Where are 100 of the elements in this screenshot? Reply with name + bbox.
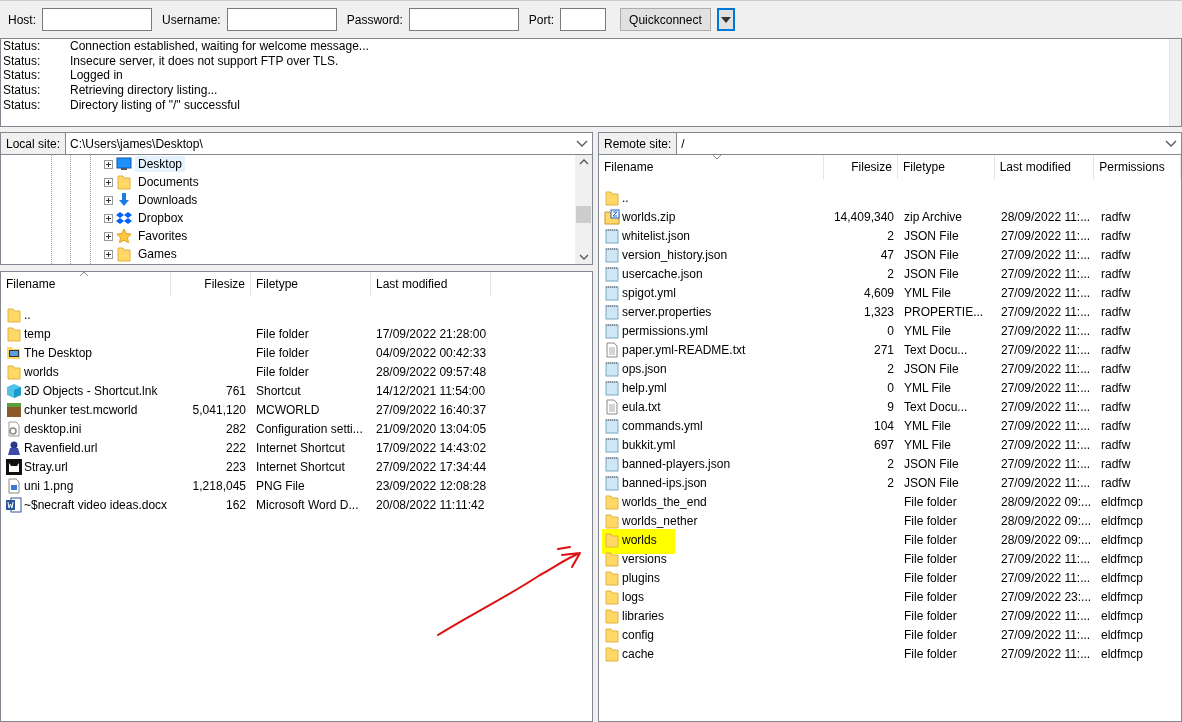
- file-name[interactable]: bukkit.yml: [622, 437, 676, 452]
- tree-item[interactable]: Dropbox: [135, 210, 187, 226]
- expand-icon[interactable]: [104, 249, 113, 259]
- file-name[interactable]: ops.json: [622, 361, 667, 376]
- file-name[interactable]: worlds: [24, 364, 59, 379]
- file-name[interactable]: Ravenfield.url: [24, 440, 98, 455]
- scrollbar[interactable]: [1169, 39, 1181, 126]
- column-header[interactable]: Last modified: [994, 155, 1095, 179]
- notepad-file-icon: [604, 265, 620, 282]
- column-header[interactable]: Filename: [599, 155, 825, 179]
- file-name[interactable]: paper.yml-README.txt: [622, 342, 746, 357]
- column-header[interactable]: Permissions: [1094, 155, 1181, 179]
- column-header[interactable]: Last modified: [371, 272, 491, 296]
- folder-icon: [6, 306, 22, 323]
- scrollbar-thumb[interactable]: [576, 206, 591, 223]
- input-field[interactable]: [408, 8, 519, 31]
- log-label: Status:: [3, 53, 42, 68]
- table-cell-text: radfw: [1100, 304, 1132, 319]
- file-name[interactable]: worlds_nether: [622, 513, 698, 528]
- file-name[interactable]: ~$necraft video ideas.docx: [24, 497, 168, 512]
- file-name[interactable]: ..: [24, 307, 31, 322]
- file-name[interactable]: desktop.ini: [24, 421, 82, 436]
- quickconnect-button[interactable]: Quickconnect: [620, 8, 711, 31]
- file-name[interactable]: commands.yml: [622, 418, 703, 433]
- file-name[interactable]: whitelist.json: [622, 228, 691, 243]
- input-field[interactable]: [560, 8, 607, 31]
- file-name[interactable]: versions: [622, 551, 667, 566]
- table-cell-text: radfw: [1100, 418, 1132, 433]
- expand-icon[interactable]: [104, 231, 113, 241]
- table-cell-text: 2: [886, 475, 895, 490]
- log-message: Retrieving directory listing...: [70, 83, 218, 98]
- table-cell-text: File folder: [255, 345, 310, 360]
- file-name[interactable]: logs: [622, 589, 644, 604]
- tree-item[interactable]: Desktop: [135, 156, 186, 172]
- table-cell-text: 14/12/2021 11:54:00: [375, 383, 487, 398]
- table-cell-text: 27/09/2022 11:...: [1000, 399, 1092, 414]
- file-name[interactable]: The Desktop: [24, 345, 93, 360]
- file-name[interactable]: permissions.yml: [622, 323, 708, 338]
- scroll-up-icon[interactable]: [578, 159, 589, 165]
- table-cell-text: File folder: [903, 570, 958, 585]
- file-name[interactable]: eula.txt: [622, 399, 661, 414]
- file-name[interactable]: plugins: [622, 570, 661, 585]
- column-header[interactable]: Filetype: [897, 155, 995, 179]
- file-name[interactable]: 3D Objects - Shortcut.lnk: [24, 383, 158, 398]
- file-name[interactable]: libraries: [622, 608, 664, 623]
- file-name[interactable]: uni 1.png: [24, 478, 74, 493]
- file-name[interactable]: version_history.json: [622, 247, 728, 262]
- file-name[interactable]: usercache.json: [622, 266, 703, 281]
- file-name[interactable]: help.yml: [622, 380, 667, 395]
- star-icon: [116, 228, 132, 244]
- file-name[interactable]: spigot.yml: [622, 285, 677, 300]
- tree-item[interactable]: Downloads: [135, 192, 201, 208]
- expand-icon[interactable]: [104, 195, 113, 205]
- tree-item[interactable]: Games: [135, 246, 180, 262]
- folder-icon: [604, 493, 620, 510]
- tree-item[interactable]: Documents: [135, 174, 202, 190]
- file-name[interactable]: ..: [622, 190, 629, 205]
- file-name[interactable]: banned-ips.json: [622, 475, 707, 490]
- file-name[interactable]: Stray.url: [24, 459, 68, 474]
- table-cell-text: 2: [886, 456, 895, 471]
- tree-item[interactable]: Favorites: [135, 228, 191, 244]
- column-header[interactable]: Filetype: [251, 272, 371, 296]
- table-cell-text: 0: [886, 380, 895, 395]
- input-field[interactable]: [226, 8, 337, 31]
- table-cell-text: File folder: [903, 494, 958, 509]
- column-header[interactable]: Filesize: [824, 155, 898, 179]
- file-name[interactable]: chunker test.mcworld: [24, 402, 138, 417]
- folder-icon: [604, 531, 620, 548]
- file-name[interactable]: worlds: [622, 532, 657, 547]
- table-cell-text: MCWORLD: [255, 402, 321, 417]
- file-name[interactable]: banned-players.json: [622, 456, 731, 471]
- file-name[interactable]: worlds_the_end: [622, 494, 707, 509]
- column-header[interactable]: Filename: [1, 272, 171, 296]
- table-cell-text: 27/09/2022 11:...: [1000, 551, 1092, 566]
- file-name[interactable]: config: [622, 627, 655, 642]
- table-cell-text: 761: [224, 383, 247, 398]
- table-cell-text: 27/09/2022 11:...: [1000, 437, 1092, 452]
- table-cell-text: File folder: [903, 589, 958, 604]
- column-header[interactable]: Filesize: [171, 272, 251, 296]
- table-cell-text: radfw: [1100, 266, 1132, 281]
- expand-icon[interactable]: [104, 213, 113, 223]
- notepad-file-icon: [604, 284, 620, 301]
- table-cell-text: 14,409,340: [832, 209, 895, 224]
- table-cell-text: Internet Shortcut: [255, 440, 346, 455]
- input-field[interactable]: [42, 8, 152, 31]
- table-cell-text: radfw: [1100, 437, 1132, 452]
- table-cell-text: radfw: [1100, 285, 1132, 300]
- table-cell-text: radfw: [1100, 399, 1132, 414]
- expand-icon[interactable]: [104, 177, 113, 187]
- file-name[interactable]: cache: [622, 646, 655, 661]
- expand-icon[interactable]: [104, 159, 113, 169]
- scrollbar[interactable]: [575, 155, 592, 264]
- file-name[interactable]: worlds.zip: [622, 209, 676, 224]
- notepad-file-icon: [604, 303, 620, 320]
- dropdown-button[interactable]: [716, 8, 735, 31]
- file-name[interactable]: server.properties: [622, 304, 712, 319]
- file-name[interactable]: temp: [24, 326, 51, 341]
- table-cell-text: JSON File: [903, 228, 960, 243]
- table-cell-text: 223: [224, 459, 247, 474]
- scroll-down-icon[interactable]: [578, 254, 589, 260]
